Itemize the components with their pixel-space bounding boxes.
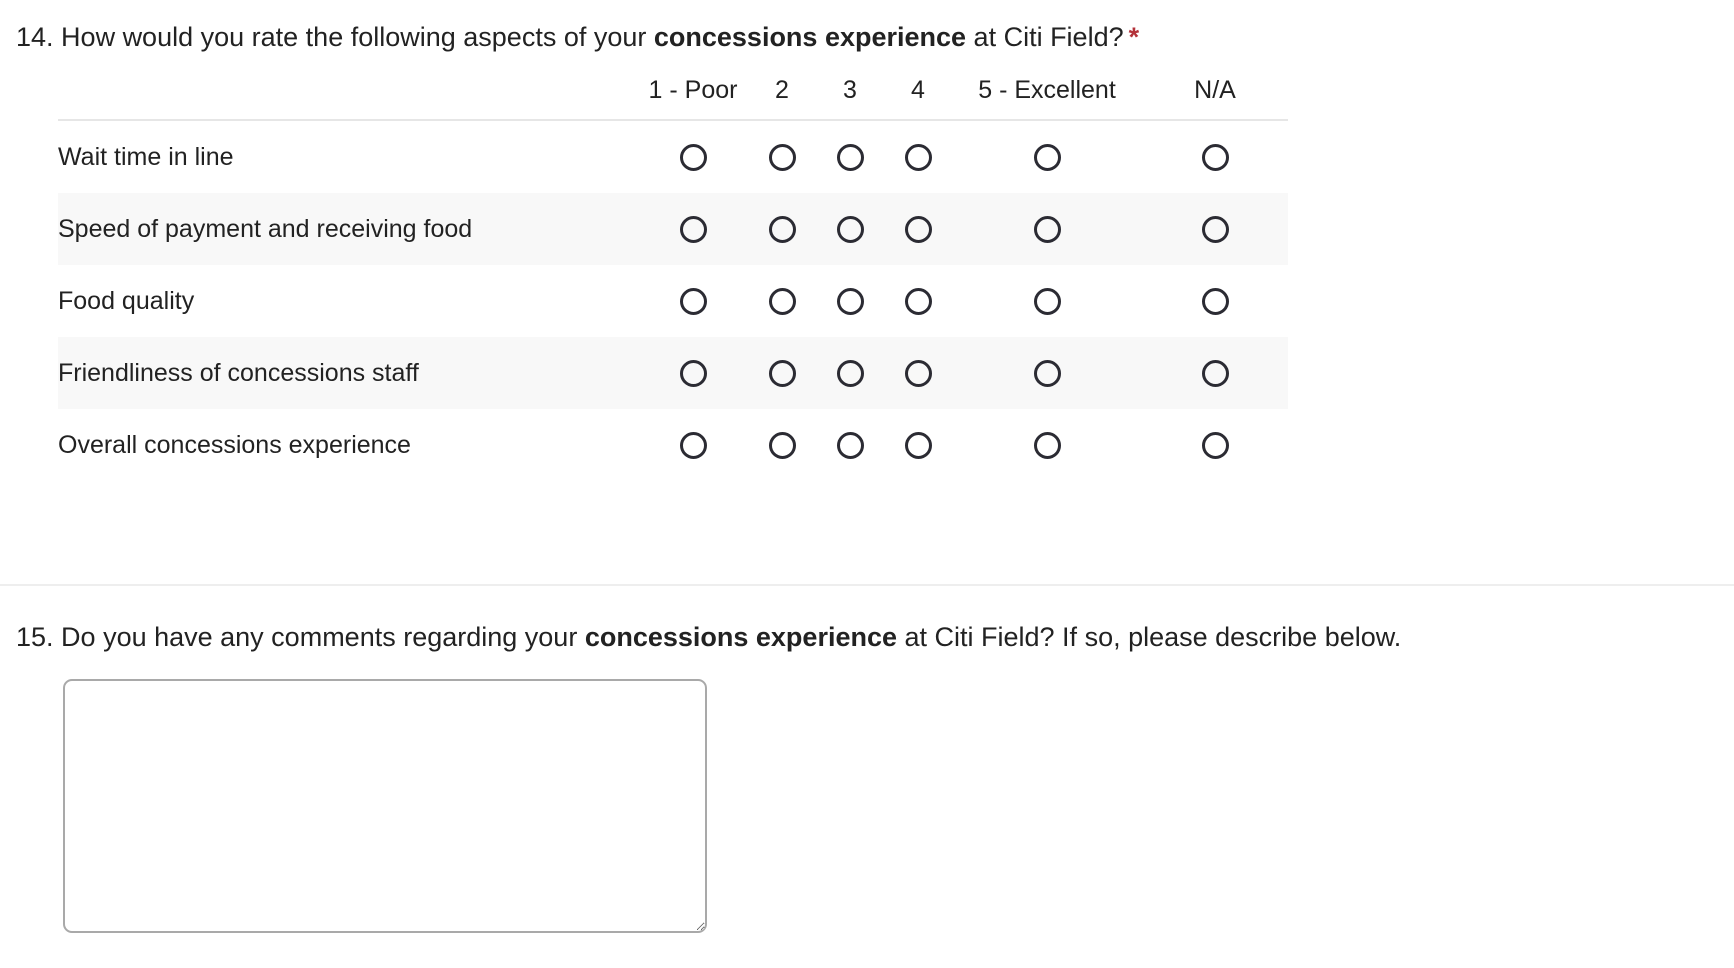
cell-overall-experience-1[interactable] (638, 409, 748, 481)
cell-speed-of-payment-na[interactable] (1142, 193, 1288, 265)
radio-overall-experience-3[interactable] (836, 431, 864, 459)
radio-friendliness-of-staff-3[interactable] (836, 359, 864, 387)
question-14-text-after: at Citi Field? (966, 22, 1124, 52)
cell-speed-of-payment-5[interactable] (952, 193, 1142, 265)
radio-wait-time-in-line-3[interactable] (836, 143, 864, 171)
required-asterisk: * (1128, 22, 1140, 52)
row-label-header (58, 76, 638, 121)
radio-overall-experience-1[interactable] (679, 431, 707, 459)
cell-speed-of-payment-2[interactable] (748, 193, 816, 265)
table-header-row: 1 - Poor 2 3 4 5 - Excellent N/A (58, 76, 1288, 121)
question-14-bold-text: concessions experience (653, 22, 967, 52)
radio-overall-experience-na[interactable] (1201, 431, 1229, 459)
cell-food-quality-3[interactable] (816, 265, 884, 337)
cell-overall-experience-3[interactable] (816, 409, 884, 481)
cell-wait-time-in-line-3[interactable] (816, 120, 884, 193)
cell-wait-time-in-line-na[interactable] (1142, 120, 1288, 193)
question-15-bold-text: concessions experience (584, 622, 897, 652)
cell-friendliness-of-staff-4[interactable] (884, 337, 952, 409)
comments-textarea[interactable] (63, 679, 707, 933)
radio-friendliness-of-staff-1[interactable] (679, 359, 707, 387)
column-header-na: N/A (1142, 76, 1288, 121)
question-15-text-after: at Citi Field? If so, please describe be… (897, 622, 1402, 652)
row-label-overall-experience: Overall concessions experience (58, 430, 411, 459)
cell-food-quality-na[interactable] (1142, 265, 1288, 337)
cell-food-quality-1[interactable] (638, 265, 748, 337)
radio-overall-experience-5[interactable] (1033, 431, 1061, 459)
row-label-speed-of-payment: Speed of payment and receiving food (58, 193, 638, 265)
radio-wait-time-in-line-1[interactable] (679, 143, 707, 171)
table-row: Overall concessions experience (58, 409, 1288, 481)
cell-friendliness-of-staff-na[interactable] (1142, 337, 1288, 409)
radio-friendliness-of-staff-4[interactable] (904, 359, 932, 387)
cell-speed-of-payment-3[interactable] (816, 193, 884, 265)
survey-page: 14. How would you rate the following asp… (0, 0, 1734, 968)
radio-food-quality-2[interactable] (768, 287, 796, 315)
cell-friendliness-of-staff-5[interactable] (952, 337, 1142, 409)
question-15-label: 15. Do you have any comments regarding y… (16, 620, 1716, 654)
cell-overall-experience-2[interactable] (748, 409, 816, 481)
radio-speed-of-payment-4[interactable] (904, 215, 932, 243)
table-row: Food quality (58, 265, 1288, 337)
cell-food-quality-4[interactable] (884, 265, 952, 337)
column-header-5-excellent: 5 - Excellent (952, 76, 1142, 121)
radio-overall-experience-4[interactable] (904, 431, 932, 459)
question-14-text-before: How would you rate the following aspects… (53, 22, 654, 52)
radio-speed-of-payment-3[interactable] (836, 215, 864, 243)
radio-wait-time-in-line-5[interactable] (1033, 143, 1061, 171)
cell-overall-experience-na[interactable] (1142, 409, 1288, 481)
row-label-wait-time-in-line: Wait time in line (58, 142, 234, 171)
radio-food-quality-5[interactable] (1033, 287, 1061, 315)
column-header-1-poor: 1 - Poor (638, 76, 748, 121)
question-15-text-before: Do you have any comments regarding your (53, 622, 585, 652)
radio-speed-of-payment-2[interactable] (768, 215, 796, 243)
radio-food-quality-4[interactable] (904, 287, 932, 315)
radio-food-quality-3[interactable] (836, 287, 864, 315)
radio-speed-of-payment-1[interactable] (679, 215, 707, 243)
radio-speed-of-payment-5[interactable] (1033, 215, 1061, 243)
cell-friendliness-of-staff-2[interactable] (748, 337, 816, 409)
cell-wait-time-in-line-2[interactable] (748, 120, 816, 193)
cell-wait-time-in-line-4[interactable] (884, 120, 952, 193)
cell-overall-experience-5[interactable] (952, 409, 1142, 481)
radio-friendliness-of-staff-5[interactable] (1033, 359, 1061, 387)
radio-friendliness-of-staff-2[interactable] (768, 359, 796, 387)
cell-wait-time-in-line-1[interactable] (638, 120, 748, 193)
cell-speed-of-payment-4[interactable] (884, 193, 952, 265)
rating-table: 1 - Poor 2 3 4 5 - Excellent N/A Wait ti… (58, 76, 1288, 481)
cell-food-quality-2[interactable] (748, 265, 816, 337)
cell-wait-time-in-line-5[interactable] (952, 120, 1142, 193)
cell-friendliness-of-staff-1[interactable] (638, 337, 748, 409)
row-label-friendliness-of-staff: Friendliness of concessions staff (58, 337, 638, 409)
section-divider (0, 584, 1734, 586)
radio-wait-time-in-line-4[interactable] (904, 143, 932, 171)
radio-food-quality-1[interactable] (679, 287, 707, 315)
radio-overall-experience-2[interactable] (768, 431, 796, 459)
radio-friendliness-of-staff-na[interactable] (1201, 359, 1229, 387)
table-row: Friendliness of concessions staff (58, 337, 1288, 409)
column-header-3: 3 (816, 76, 884, 121)
cell-food-quality-5[interactable] (952, 265, 1142, 337)
question-14-label: 14. How would you rate the following asp… (16, 20, 1716, 54)
table-row: Wait time in line (58, 120, 1288, 193)
radio-wait-time-in-line-na[interactable] (1201, 143, 1229, 171)
question-14-number: 14. (16, 22, 54, 52)
row-label-food-quality: Food quality (58, 286, 195, 315)
cell-speed-of-payment-1[interactable] (638, 193, 748, 265)
cell-friendliness-of-staff-3[interactable] (816, 337, 884, 409)
question-15-block: 15. Do you have any comments regarding y… (16, 620, 1716, 654)
column-header-4: 4 (884, 76, 952, 121)
radio-food-quality-na[interactable] (1201, 287, 1229, 315)
table-body: Wait time in line Speed of payment and r… (58, 120, 1288, 481)
table-row: Speed of payment and receiving food (58, 193, 1288, 265)
table-header: 1 - Poor 2 3 4 5 - Excellent N/A (58, 76, 1288, 121)
radio-speed-of-payment-na[interactable] (1201, 215, 1229, 243)
concessions-rating-matrix: 1 - Poor 2 3 4 5 - Excellent N/A Wait ti… (58, 76, 1288, 481)
cell-overall-experience-4[interactable] (884, 409, 952, 481)
question-14-block: 14. How would you rate the following asp… (16, 20, 1716, 54)
question-15-number: 15. (16, 622, 54, 652)
comment-field-wrapper (63, 679, 707, 933)
radio-wait-time-in-line-2[interactable] (768, 143, 796, 171)
column-header-2: 2 (748, 76, 816, 121)
